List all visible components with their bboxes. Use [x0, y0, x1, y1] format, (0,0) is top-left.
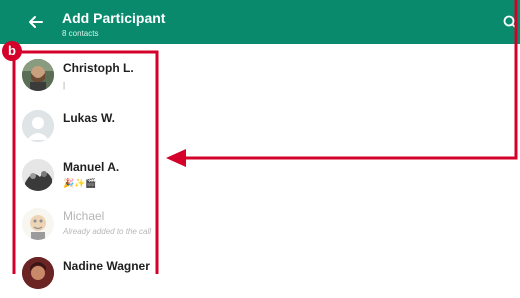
avatar [22, 159, 54, 191]
contact-status: Already added to the call [63, 227, 152, 236]
avatar [22, 257, 54, 289]
contact-name: Manuel A. [63, 160, 120, 174]
page-title: Add Participant [62, 10, 166, 26]
app-bar: Add Participant 8 contacts [0, 0, 520, 44]
avatar [22, 59, 54, 91]
contact-count: 8 contacts [62, 29, 99, 38]
search-icon[interactable] [503, 15, 517, 29]
avatar [22, 208, 54, 240]
back-arrow-icon[interactable] [28, 14, 44, 30]
contact-status-emoji: 🎉✨🎬 [63, 178, 97, 188]
contact-item-nadine[interactable]: Nadine Wagner [0, 248, 520, 298]
contact-name: Nadine Wagner [63, 259, 150, 273]
contact-item-michael: Michael Already added to the call [0, 199, 520, 249]
default-avatar-icon [22, 110, 54, 142]
contact-name: Christoph L. [63, 61, 134, 75]
contact-name: Lukas W. [63, 111, 116, 125]
contact-name: Michael [63, 209, 105, 223]
contact-item-christoph[interactable]: Christoph L. | [0, 50, 520, 100]
annotation-marker: b [2, 41, 22, 61]
contact-item-lukas[interactable]: Lukas W. [0, 101, 520, 151]
contact-item-manuel[interactable]: Manuel A. 🎉✨🎬 [0, 150, 520, 200]
contact-status: | [63, 81, 66, 90]
